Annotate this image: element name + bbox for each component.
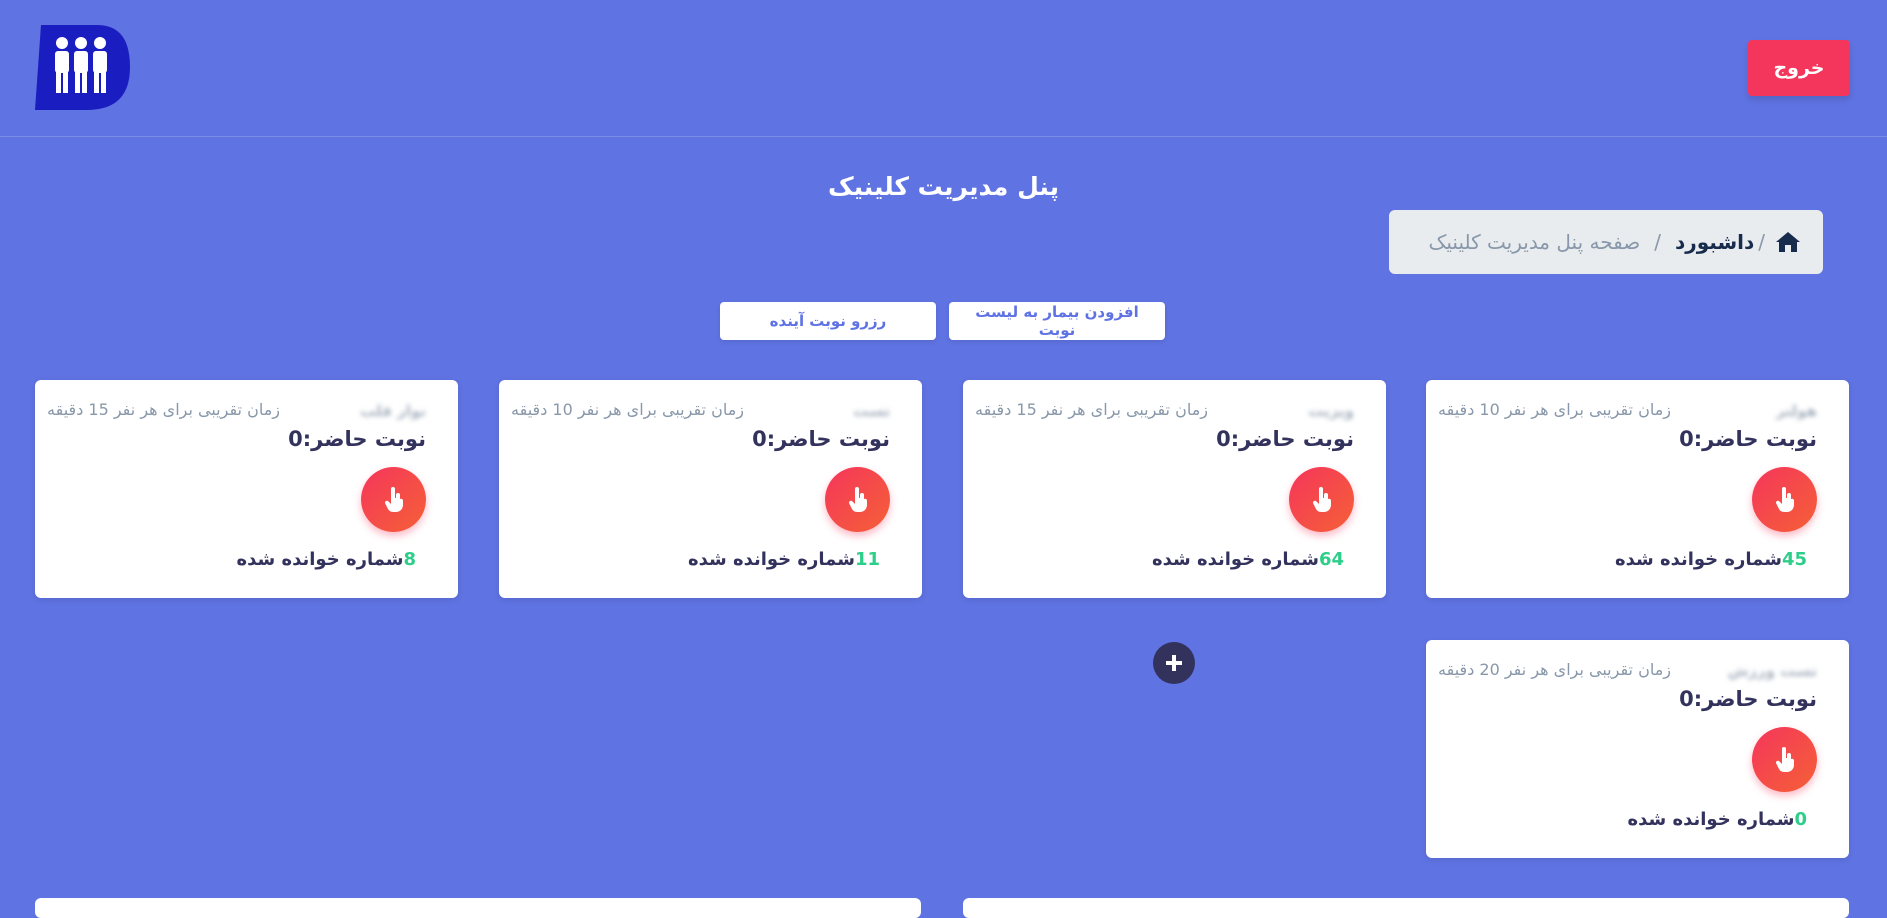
- add-patient-to-queue-button[interactable]: افزودن بیمار به لیست نوبت: [949, 302, 1165, 340]
- current-turn: نوبت حاضر:0: [752, 427, 890, 451]
- service-name: تست: [853, 402, 890, 420]
- breadcrumb: / داشبورد / صفحه پنل مدیریت کلینیک: [1389, 210, 1823, 274]
- plus-circle-icon: [1166, 655, 1182, 671]
- called-count: 64: [1318, 549, 1344, 570]
- call-next-button[interactable]: [1752, 467, 1817, 532]
- call-next-button[interactable]: [825, 467, 890, 532]
- service-name: هولتر: [1776, 402, 1817, 420]
- service-card: تست زمان تقریبی برای هر نفر 10 دقیقه نوب…: [499, 380, 922, 598]
- service-time-estimate: زمان تقریبی برای هر نفر 15 دقیقه: [47, 400, 280, 419]
- called-label: شماره خوانده شده: [687, 549, 855, 570]
- service-name: تست ورزش: [1727, 662, 1817, 680]
- service-card: تست ورزش زمان تقریبی برای هر نفر 20 دقیق…: [1426, 640, 1849, 858]
- top-navbar: خروج: [0, 0, 1887, 137]
- called-count: 11: [854, 549, 880, 570]
- breadcrumb-separator: /: [1654, 230, 1661, 254]
- page-title: پنل مدیریت کلینیک: [0, 172, 1887, 201]
- called-numbers: 0شماره خوانده شده: [1627, 809, 1807, 830]
- clinic-logo[interactable]: [35, 25, 130, 110]
- add-service-button[interactable]: [1153, 642, 1195, 684]
- hand-pointer-icon: [848, 486, 867, 512]
- service-card: ویزیت زمان تقریبی برای هر نفر 15 دقیقه ن…: [963, 380, 1386, 598]
- home-icon[interactable]: [1775, 230, 1801, 254]
- service-time-estimate: زمان تقریبی برای هر نفر 10 دقیقه: [511, 400, 744, 419]
- called-count: 8: [403, 549, 416, 570]
- service-name: نوار قلب: [360, 402, 426, 420]
- hand-pointer-icon: [1312, 486, 1331, 512]
- breadcrumb-separator: /: [1758, 230, 1765, 254]
- current-turn: نوبت حاضر:0: [288, 427, 426, 451]
- called-numbers: 64شماره خوانده شده: [1152, 549, 1344, 570]
- panel-card-partial: [963, 898, 1849, 918]
- reserve-future-appointment-button[interactable]: رزرو نوبت آینده: [720, 302, 936, 340]
- called-numbers: 45شماره خوانده شده: [1615, 549, 1807, 570]
- service-card: نوار قلب زمان تقریبی برای هر نفر 15 دقیق…: [35, 380, 458, 598]
- current-turn: نوبت حاضر:0: [1216, 427, 1354, 451]
- called-numbers: 8شماره خوانده شده: [236, 549, 416, 570]
- hand-pointer-icon: [1775, 746, 1794, 772]
- logout-button[interactable]: خروج: [1748, 40, 1850, 96]
- service-time-estimate: زمان تقریبی برای هر نفر 20 دقیقه: [1438, 660, 1671, 679]
- called-count: 0: [1794, 809, 1807, 830]
- called-label: شماره خوانده شده: [236, 549, 404, 570]
- breadcrumb-current-page: صفحه پنل مدیریت کلینیک: [1428, 230, 1641, 254]
- breadcrumb-dashboard-link[interactable]: داشبورد: [1675, 230, 1754, 254]
- call-next-button[interactable]: [1289, 467, 1354, 532]
- panel-card-partial: [35, 898, 921, 918]
- called-count: 45: [1781, 549, 1807, 570]
- call-next-button[interactable]: [1752, 727, 1817, 792]
- current-turn: نوبت حاضر:0: [1679, 687, 1817, 711]
- page-title-text: پنل مدیریت کلینیک: [828, 172, 1059, 201]
- call-next-button[interactable]: [361, 467, 426, 532]
- hand-pointer-icon: [1775, 486, 1794, 512]
- called-numbers: 11شماره خوانده شده: [688, 549, 880, 570]
- called-label: شماره خوانده شده: [1151, 549, 1319, 570]
- service-time-estimate: زمان تقریبی برای هر نفر 15 دقیقه: [975, 400, 1208, 419]
- service-name: ویزیت: [1308, 402, 1354, 420]
- hand-pointer-icon: [384, 486, 403, 512]
- current-turn: نوبت حاضر:0: [1679, 427, 1817, 451]
- called-label: شماره خوانده شده: [1614, 549, 1782, 570]
- service-card: هولتر زمان تقریبی برای هر نفر 10 دقیقه ن…: [1426, 380, 1849, 598]
- service-time-estimate: زمان تقریبی برای هر نفر 10 دقیقه: [1438, 400, 1671, 419]
- called-label: شماره خوانده شده: [1627, 809, 1795, 830]
